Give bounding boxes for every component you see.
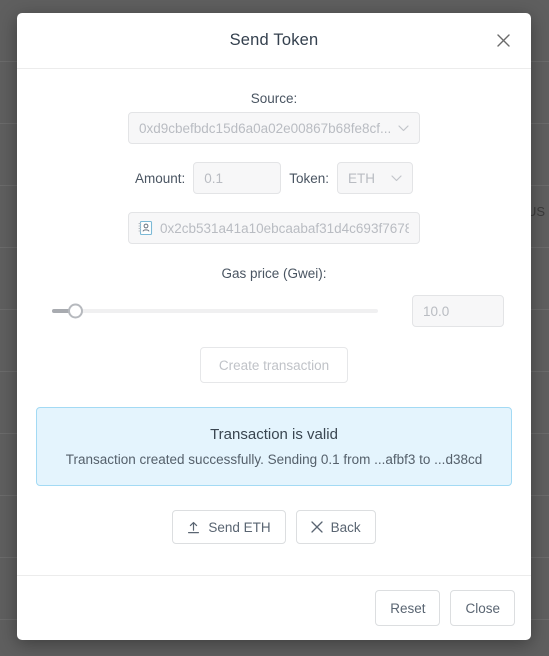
chevron-down-icon: [391, 174, 402, 182]
send-eth-label: Send ETH: [208, 519, 271, 535]
back-button[interactable]: Back: [295, 510, 376, 544]
source-select[interactable]: 0xd9cbefbdc15d6a0a02e00867b68fe8cf...: [128, 112, 420, 144]
token-select[interactable]: ETH: [337, 162, 414, 194]
address-book-icon[interactable]: [137, 220, 153, 236]
create-transaction-button[interactable]: Create transaction: [199, 347, 349, 383]
slider-track[interactable]: [52, 303, 378, 319]
back-label: Back: [330, 519, 361, 535]
destination-address-input[interactable]: 0x2cb531a41a10ebcaabaf31d4c693f76785: [128, 212, 420, 244]
close-icon: [310, 521, 323, 533]
source-label: Source:: [250, 91, 298, 106]
amount-input[interactable]: 0.1: [193, 162, 282, 194]
send-eth-button[interactable]: Send ETH: [172, 510, 286, 544]
close-button[interactable]: Close: [450, 590, 515, 626]
chevron-down-icon: [398, 124, 409, 132]
gas-price-value: 10.0: [423, 303, 450, 319]
alert-message: Transaction created successfully. Sendin…: [65, 452, 483, 467]
gas-price-label: Gas price (Gwei):: [221, 266, 327, 281]
action-button-row: Send ETH Back: [172, 510, 376, 544]
gas-price-slider[interactable]: [44, 297, 386, 325]
dialog-footer: Reset Close: [17, 575, 531, 640]
gas-price-input[interactable]: 10.0: [412, 295, 504, 327]
token-value: ETH: [348, 170, 376, 186]
upload-icon: [187, 521, 200, 534]
reset-button[interactable]: Reset: [375, 590, 441, 626]
amount-token-row: Amount: 0.1 Token: ETH: [134, 162, 414, 194]
dialog-title: Send Token: [229, 31, 319, 49]
dialog-header: Send Token: [17, 13, 531, 69]
dialog-body: Source: 0xd9cbefbdc15d6a0a02e00867b68fe8…: [17, 69, 531, 575]
alert-title: Transaction is valid: [210, 426, 338, 443]
send-token-dialog: Send Token Source: 0xd9cbefbdc15d6a0a02e…: [17, 13, 531, 640]
token-label: Token:: [289, 170, 330, 186]
amount-value: 0.1: [204, 170, 224, 186]
amount-label: Amount:: [134, 170, 186, 186]
close-icon[interactable]: [491, 29, 515, 53]
transaction-status-alert: Transaction is valid Transaction created…: [36, 407, 512, 486]
destination-address-value: 0x2cb531a41a10ebcaabaf31d4c693f76785: [160, 220, 409, 236]
slider-thumb[interactable]: [67, 303, 83, 319]
source-value: 0xd9cbefbdc15d6a0a02e00867b68fe8cf...: [139, 120, 390, 136]
gas-price-row: 10.0: [44, 295, 504, 327]
